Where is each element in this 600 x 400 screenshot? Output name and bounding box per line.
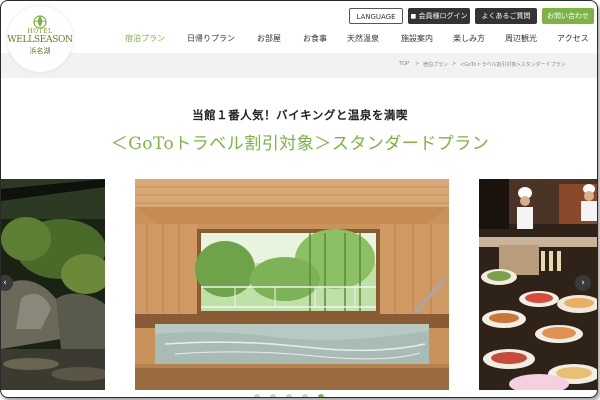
slider-dot-active[interactable]: [318, 394, 324, 397]
browser-frame: HOTEL WELLSEASON 浜名湖 LANGUAGE ■ 会員様ログイン …: [0, 0, 598, 398]
breadcrumb-separator: >: [452, 61, 457, 67]
slide-hot-spring-image[interactable]: [135, 179, 449, 390]
page-title: ＜GoToトラベル割引対象＞スタンダードプラン: [110, 134, 490, 154]
nav-item-rooms[interactable]: お部屋: [257, 33, 281, 44]
slider-dot[interactable]: [270, 394, 276, 397]
nav-item-stay-plans[interactable]: 宿泊プラン: [125, 33, 165, 44]
slider-dot[interactable]: [302, 394, 308, 397]
breadcrumb: TOP > 宿泊プラン > <GoToトラベル割引対象>スタンダードプラン: [1, 53, 597, 78]
member-login-button[interactable]: ■ 会員様ログイン: [408, 8, 470, 24]
slider-dot[interactable]: [254, 394, 260, 397]
breadcrumb-stay-plans[interactable]: 宿泊プラン: [423, 61, 448, 68]
nav-item-access[interactable]: アクセス: [557, 33, 589, 44]
nav-item-sightseeing[interactable]: 周辺観光: [505, 33, 537, 44]
logo-name-text: WELLSEASON: [7, 35, 73, 45]
breadcrumb-home[interactable]: TOP: [399, 61, 409, 67]
nav-item-enjoy[interactable]: 楽しみ方: [453, 33, 485, 44]
slider-dot[interactable]: [286, 394, 292, 397]
nav-item-hot-spring[interactable]: 天然温泉: [347, 33, 379, 44]
member-login-label: 会員様ログイン: [418, 12, 468, 20]
chevron-left-icon: ‹: [3, 278, 7, 288]
slide-garden-image[interactable]: [1, 179, 105, 390]
lock-icon: ■: [410, 13, 417, 20]
breadcrumb-separator: >: [415, 61, 420, 67]
nav-item-dining[interactable]: お食事: [303, 33, 327, 44]
faq-button[interactable]: よくあるご質問: [475, 8, 537, 24]
slider-next-button[interactable]: ›: [575, 275, 591, 291]
nav-item-facilities[interactable]: 施設案内: [401, 33, 433, 44]
logo-location-text: 浜名湖: [29, 47, 51, 55]
language-button[interactable]: LANGUAGE: [349, 8, 403, 24]
site-logo[interactable]: HOTEL WELLSEASON 浜名湖: [7, 6, 73, 72]
chevron-right-icon: ›: [581, 278, 585, 288]
logo-hotel-text: HOTEL: [27, 28, 53, 35]
breadcrumb-current: <GoToトラベル割引対象>スタンダードプラン: [460, 62, 566, 68]
nav-item-day-plans[interactable]: 日帰りプラン: [187, 33, 235, 44]
contact-button[interactable]: お問い合わせ: [542, 8, 594, 24]
plan-subtitle: 当館１番人気！バイキングと温泉を満喫: [192, 108, 408, 122]
main-nav: 宿泊プラン 日帰りプラン お部屋 お食事 天然温泉 施設案内 楽しみ方 周辺観光…: [1, 29, 597, 51]
